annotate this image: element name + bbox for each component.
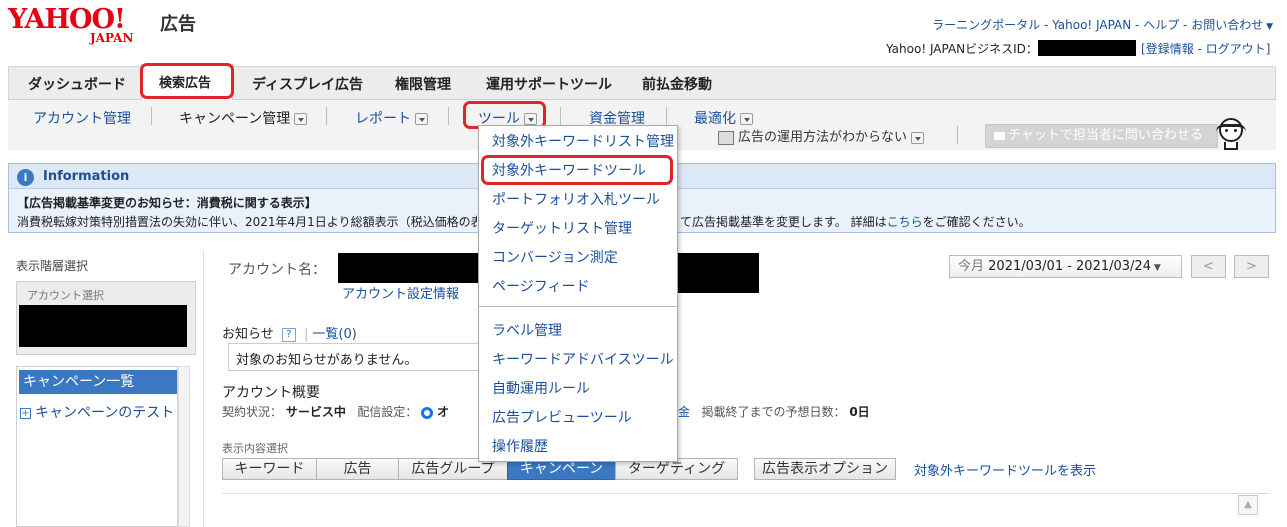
divider xyxy=(666,107,667,125)
display-select-label: 表示内容選択 xyxy=(222,442,288,455)
details-link[interactable]: こちら xyxy=(887,215,923,229)
yahoo-japan-link[interactable]: Yahoo! JAPAN xyxy=(1052,18,1131,32)
menu-item-portfolio-bid-tool[interactable]: ポートフォリオ入札ツール xyxy=(492,189,660,209)
tab-support-tools[interactable]: 運用サポートツール xyxy=(486,74,612,94)
menu-item-negative-keyword-list[interactable]: 対象外キーワードリスト管理 xyxy=(492,131,674,151)
sidebar-scrollbar[interactable] xyxy=(178,366,190,527)
sidebar-campaign-item[interactable]: + キャンペーンのテスト xyxy=(20,402,174,422)
divider xyxy=(957,126,958,144)
contract-row: 契約状況： サービス中 配信設定： オ xyxy=(222,405,449,419)
menu-item-history[interactable]: 操作履歴 xyxy=(492,436,548,456)
account-settings-link[interactable]: アカウント設定情報 xyxy=(342,283,459,302)
ad-option-button[interactable]: 広告表示オプション xyxy=(754,458,896,480)
sidebar-title: 表示階層選択 xyxy=(16,259,89,273)
segment-keyword[interactable]: キーワード xyxy=(222,458,317,480)
overview-heading: アカウント概要 xyxy=(222,385,320,401)
chevron-down-icon xyxy=(415,113,428,125)
learning-portal-link[interactable]: ラーニングポータル xyxy=(932,18,1040,32)
subnav-optimize[interactable]: 最適化 xyxy=(694,108,753,128)
account-links: [登録情報 - ログアウト] xyxy=(1141,42,1271,56)
logo-ad: 広告 xyxy=(160,14,196,35)
account-name-redacted-2 xyxy=(678,253,759,293)
menu-item-ad-preview[interactable]: 広告プレビューツール xyxy=(492,407,632,427)
content-divider xyxy=(222,493,1270,494)
info-icon: i xyxy=(17,169,34,186)
info-body-b: て広告掲載基準を変更します。 詳細はこちらをご確認ください。 xyxy=(680,215,1031,229)
account-name-redacted xyxy=(338,253,478,283)
funds-row: 金 掲載終了までの予想日数： 0日 xyxy=(678,405,870,419)
tab-prepaid-transfer[interactable]: 前払金移動 xyxy=(642,74,712,94)
next-period-button[interactable]: > xyxy=(1234,255,1269,278)
expand-plus-icon[interactable]: + xyxy=(20,407,31,419)
registration-info-link[interactable]: 登録情報 xyxy=(1146,42,1194,56)
business-id-redacted xyxy=(1038,40,1136,56)
sidebar-campaign-list[interactable]: キャンペーン一覧 xyxy=(19,370,177,394)
help-link[interactable]: ヘルプ xyxy=(1143,18,1179,32)
segment-ad[interactable]: 広告 xyxy=(316,458,399,480)
menu-item-page-feed[interactable]: ページフィード xyxy=(492,276,589,296)
window-icon xyxy=(718,130,734,145)
divider xyxy=(151,107,152,125)
chevron-down-icon xyxy=(911,131,925,144)
business-id-row: Yahoo! JAPANビジネスID： xyxy=(886,40,1038,57)
help-icon[interactable]: ? xyxy=(281,327,296,342)
notice-list-link[interactable]: 一覧(0) xyxy=(312,327,356,342)
operator-mascot-icon xyxy=(1216,116,1246,150)
caret-down-icon[interactable]: ▼ xyxy=(1263,22,1273,32)
date-range-select[interactable]: 今月 2021/03/01 - 2021/03/24 ▼ xyxy=(949,255,1182,278)
chevron-down-icon xyxy=(294,113,308,125)
howto-link[interactable]: 広告の運用方法がわからない xyxy=(718,126,925,145)
no-notice-text: 対象のお知らせがありません。 xyxy=(236,353,418,368)
tab-display-ads[interactable]: ディスプレイ広告 xyxy=(252,74,363,94)
chat-bubble-icon xyxy=(994,132,1005,140)
yahoo-logo[interactable]: YAHOO! JAPAN 広告 xyxy=(8,4,208,46)
menu-divider xyxy=(479,306,677,307)
info-body-a: 消費税転嫁対策特別措置法の失効に伴い、2021年4月1日より総額表示（税込価格の… xyxy=(17,215,477,229)
header-links: ラーニングポータル - Yahoo! JAPAN - ヘルプ - お問い合わせ … xyxy=(932,18,1273,32)
subnav-campaign[interactable]: キャンペーン管理 xyxy=(179,108,308,128)
logo-japan: JAPAN xyxy=(90,31,134,45)
menu-item-conversion[interactable]: コンバージョン測定 xyxy=(492,247,618,267)
chevron-down-icon xyxy=(740,113,753,125)
account-name-label: アカウント名： xyxy=(228,262,326,278)
notice-label: お知らせ xyxy=(222,327,274,342)
caret-down-icon: ▼ xyxy=(1150,263,1161,273)
show-tool-link[interactable]: 対象外キーワードツールを表示 xyxy=(914,460,1096,479)
divider xyxy=(448,107,449,125)
divider xyxy=(560,107,561,125)
account-select-label: アカウント選択 xyxy=(27,289,104,302)
tab-dashboard[interactable]: ダッシュボード xyxy=(28,74,126,94)
divider xyxy=(326,107,327,125)
info-heading: 【広告掲載基準変更のお知らせ：消費税に関する表示】 xyxy=(17,196,317,210)
negative-keyword-tool-highlight xyxy=(481,155,673,185)
menu-item-label[interactable]: ラベル管理 xyxy=(492,320,562,340)
scroll-top-button[interactable]: ▲ xyxy=(1238,495,1258,515)
business-id-label: Yahoo! JAPANビジネスID： xyxy=(886,42,1038,56)
prev-period-button[interactable]: < xyxy=(1191,255,1226,278)
radio-on-icon[interactable] xyxy=(421,406,434,419)
menu-item-target-list[interactable]: ターゲットリスト管理 xyxy=(492,218,632,238)
account-select-redacted xyxy=(19,305,187,347)
subnav-report[interactable]: レポート xyxy=(355,108,428,128)
notice-row: お知らせ ? | 一覧(0) xyxy=(222,327,357,342)
menu-item-keyword-advice[interactable]: キーワードアドバイスツール xyxy=(492,349,674,369)
subnav-account[interactable]: アカウント管理 xyxy=(33,108,131,128)
menu-item-auto-rules[interactable]: 自動運用ルール xyxy=(492,378,590,398)
tab-permissions[interactable]: 権限管理 xyxy=(395,74,451,94)
logout-link[interactable]: ログアウト xyxy=(1206,42,1266,56)
search-ads-highlight xyxy=(140,63,234,99)
info-title: Information xyxy=(43,169,130,184)
chat-button[interactable]: チャットで担当者に問い合わせる xyxy=(985,124,1218,148)
contact-link[interactable]: お問い合わせ xyxy=(1191,18,1263,32)
